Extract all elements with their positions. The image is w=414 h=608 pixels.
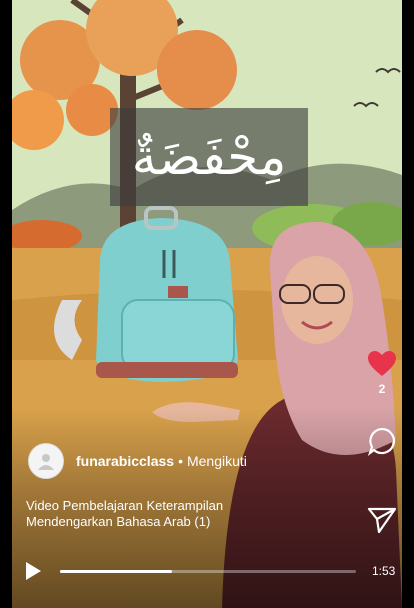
vocabulary-word-box: مِحْفَضَةٌ (110, 108, 308, 206)
profile-row: funarabicclass • Mengikuti (28, 443, 247, 479)
post-caption: Video Pembelajaran Keterampilan Mendenga… (26, 498, 224, 529)
play-icon[interactable] (24, 561, 42, 581)
comment-action (365, 426, 399, 456)
app-frame: مِحْفَضَةٌ funarabicclass • Mengikuti Vi… (0, 0, 414, 608)
progress-track[interactable] (60, 569, 356, 573)
arabic-vocabulary-word: مِحْفَضَةٌ (131, 128, 287, 186)
like-action: 2 (365, 350, 399, 396)
comment-icon[interactable] (367, 426, 397, 456)
playback-bar: 1:53 (24, 559, 396, 583)
user-icon (38, 454, 54, 470)
heart-icon[interactable] (367, 350, 397, 378)
like-count: 2 (378, 382, 386, 396)
share-action (365, 506, 399, 534)
follow-status-button[interactable]: Mengikuti (187, 453, 247, 469)
avatar[interactable] (28, 443, 64, 479)
username-link[interactable]: funarabicclass (76, 453, 174, 469)
video-time: 1:53 (372, 564, 396, 578)
send-icon[interactable] (367, 506, 397, 534)
progress-fill (60, 569, 173, 573)
separator-dot: • (178, 453, 183, 469)
